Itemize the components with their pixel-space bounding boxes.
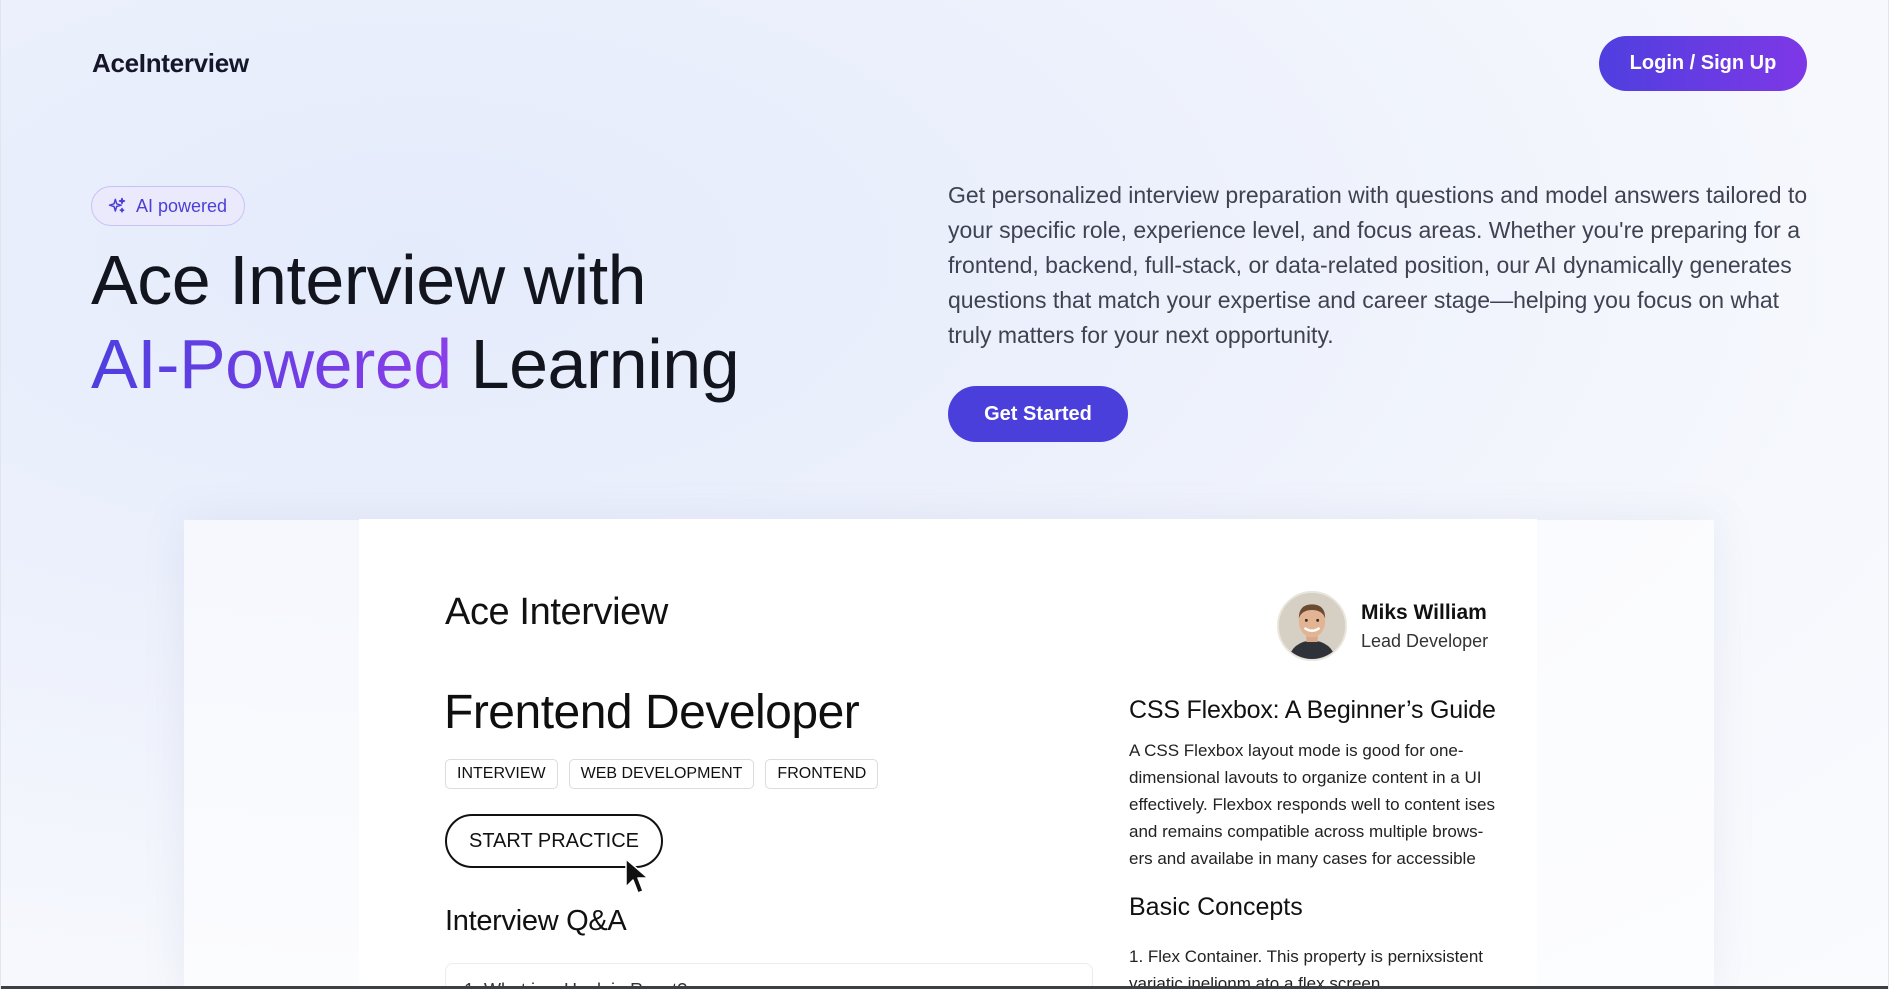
author-info: Miks William Lead Developer — [1361, 601, 1488, 652]
hero-title-line1: Ace Interview with — [91, 241, 647, 319]
landing-page: AceInterview Login / Sign Up AI powered … — [0, 0, 1889, 989]
author-block: Miks William Lead Developer — [1277, 591, 1488, 661]
ai-powered-badge: AI powered — [91, 186, 246, 226]
concepts-title: Basic Concepts — [1129, 893, 1303, 921]
hero-title: Ace Interview with AI-Powered Learning — [91, 238, 811, 406]
article-body: A CSS Flexbox layout mode is good for on… — [1129, 741, 1495, 868]
article-title: CSS Flexbox: A Beginner’s Guide — [1129, 696, 1496, 724]
get-started-button[interactable]: Get Started — [948, 386, 1128, 442]
hero-title-highlight: AI-Powered — [91, 325, 452, 403]
login-signup-button[interactable]: Login / Sign Up — [1599, 36, 1807, 91]
role-heading: Frentend Developer — [444, 686, 860, 739]
concept-label: 1. Flex Container. — [1129, 947, 1263, 966]
badge-label: AI powered — [136, 195, 228, 216]
qa-title: Interview Q&A — [445, 905, 627, 937]
avatar-image — [1279, 593, 1345, 659]
tag-list: INTERVIEW WEB DEVELOPMENT FRONTEND — [445, 759, 879, 789]
hero-title-rest: Learning — [451, 325, 740, 403]
tag-frontend[interactable]: FRONTEND — [765, 759, 879, 789]
author-name: Miks William — [1361, 600, 1487, 624]
mouse-pointer-icon — [625, 858, 649, 894]
concept-item: 1. Flex Container. This property is pern… — [1129, 943, 1501, 989]
avatar — [1277, 591, 1347, 661]
preview-title: Ace Interview — [445, 591, 668, 633]
tag-interview[interactable]: INTERVIEW — [445, 759, 558, 789]
hero-description: Get personalized interview preparation w… — [948, 182, 1808, 348]
author-role: Lead Developer — [1361, 630, 1489, 651]
brand-logo[interactable]: AceInterview — [92, 48, 249, 79]
preview-card: Ace Interview Miks William Lead Develope… — [359, 519, 1537, 989]
tag-web-development[interactable]: WEB DEVELOPMENT — [568, 759, 755, 789]
sparkle-icon — [108, 197, 126, 213]
